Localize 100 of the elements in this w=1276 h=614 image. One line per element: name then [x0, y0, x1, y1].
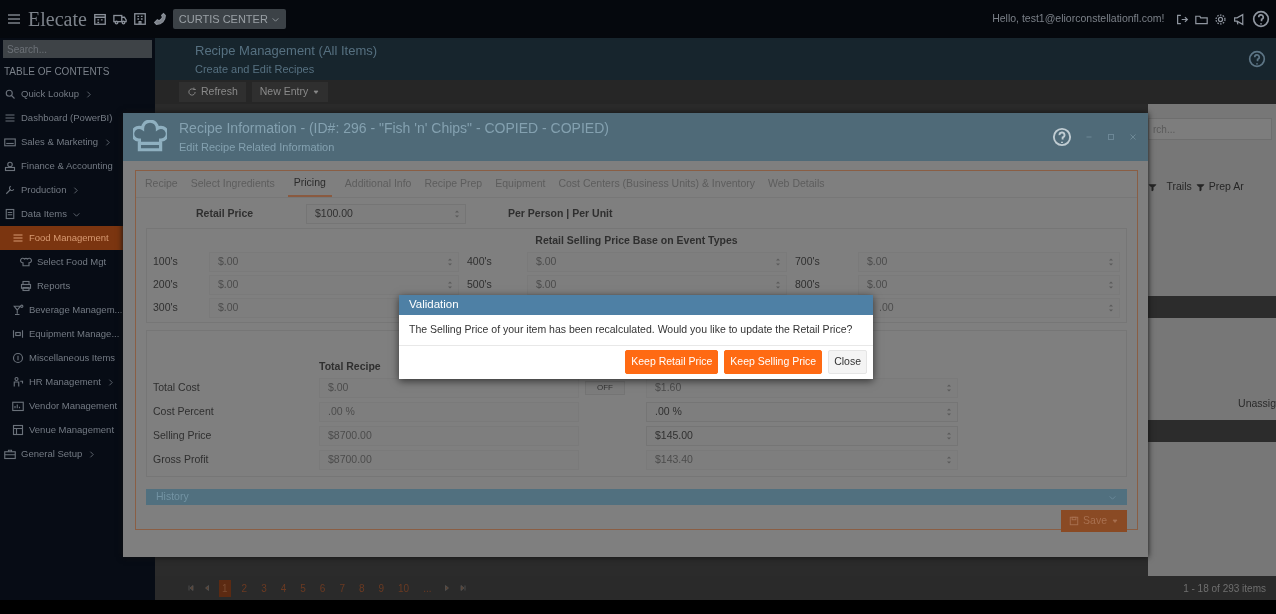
sidebar-item[interactable]: Sales & Marketing	[0, 130, 155, 154]
page-button[interactable]: ...	[420, 579, 435, 597]
dialog-button[interactable]: Keep Retail Price	[625, 349, 719, 374]
printer-icon	[20, 280, 32, 292]
phone-icon[interactable]	[152, 12, 167, 26]
input-field[interactable]: $145.00	[646, 426, 958, 447]
field-label: 800's	[795, 276, 821, 292]
field-label: 100's	[153, 253, 179, 269]
chevron-right-icon	[103, 137, 113, 147]
sidebar-item[interactable]: HR Management	[0, 370, 155, 394]
sidebar-heading: TABLE OF CONTENTS	[3, 64, 111, 79]
greeting-text: Hello, test1@eliorconstellationfl.com!	[992, 11, 1165, 27]
building-icon[interactable]	[132, 12, 147, 26]
column-header[interactable]: Prep Ar	[1208, 179, 1244, 195]
page-button[interactable]: 2	[238, 579, 251, 597]
megaphone-icon[interactable]	[1233, 12, 1246, 26]
table-cell-text: Unassig	[1237, 396, 1276, 411]
menu-icon	[4, 112, 16, 124]
page-subtitle: Create and Edit Recipes	[195, 61, 316, 77]
dialog-button[interactable]: Keep Selling Price	[724, 349, 823, 374]
close-icon[interactable]	[1128, 132, 1138, 142]
page-button[interactable]: 4	[277, 579, 290, 597]
page-button[interactable]: 8	[355, 579, 368, 597]
search-icon	[4, 88, 16, 100]
field-label: 500's	[467, 276, 493, 292]
sidebar-item[interactable]: General Setup	[0, 442, 155, 466]
truck-icon[interactable]	[112, 12, 127, 26]
sidebar-item[interactable]: Data Items	[0, 202, 155, 226]
chevron-right-icon	[87, 449, 97, 459]
chef-hat-icon	[133, 120, 167, 154]
field-label: 400's	[467, 253, 493, 269]
sidebar-item[interactable]: Finance & Accounting	[0, 154, 155, 178]
input-field[interactable]: $100.00	[306, 203, 466, 224]
sidebar-item[interactable]: Vendor Management	[0, 394, 155, 418]
settings-icon[interactable]	[1214, 12, 1227, 26]
money-icon	[4, 160, 16, 172]
document-icon	[4, 208, 16, 220]
menu-icon[interactable]	[6, 11, 22, 27]
frame-icon	[12, 328, 24, 340]
refresh-icon	[187, 87, 197, 97]
sidebar-item[interactable]: Quick Lookup	[0, 82, 155, 106]
caret-icon	[1111, 516, 1119, 525]
tab[interactable]: Pricing	[287, 171, 332, 197]
sidebar-item[interactable]: Select Food Mgt	[0, 250, 155, 274]
pager-summary: 1 - 18 of 293 items	[1183, 581, 1266, 596]
field-label: 200's	[153, 276, 179, 292]
column-header: Total Recipe	[319, 358, 382, 374]
coin-icon	[12, 352, 24, 364]
field-label: Selling Price	[153, 428, 213, 444]
sidebar-item[interactable]: Dashboard (PowerBI)	[0, 106, 155, 130]
page-button[interactable]: 3	[258, 579, 270, 597]
grid-icon	[12, 424, 24, 436]
previous-page-icon[interactable]	[203, 584, 211, 592]
field-label: Cost Percent	[153, 404, 215, 420]
filter-icon[interactable]	[1195, 182, 1205, 192]
sidebar-item[interactable]: Equipment Manage...	[0, 322, 155, 346]
page-button[interactable]: 9	[375, 579, 388, 597]
dialog-title: Validation	[399, 295, 873, 315]
field-label: Retail Price	[196, 205, 255, 221]
sidebar-item[interactable]: Venue Management	[0, 418, 155, 442]
input-field[interactable]: .00 %	[646, 402, 958, 423]
field-label: Gross Profit	[153, 452, 210, 468]
sidebar-item[interactable]: Miscellaneous Items	[0, 346, 155, 370]
new-entry-button[interactable]: New Entry	[251, 82, 329, 102]
person-icon	[12, 376, 24, 388]
maximize-icon[interactable]	[1106, 132, 1116, 142]
page-title: Recipe Management (All Items)	[195, 42, 378, 60]
last-page-icon[interactable]	[458, 584, 467, 592]
field-label: Per Person | Per Unit	[508, 205, 613, 221]
next-page-icon[interactable]	[442, 584, 451, 592]
refresh-button[interactable]: Refresh	[179, 82, 246, 102]
caret-icon	[312, 88, 321, 96]
chevron-right-icon	[71, 185, 81, 195]
sidebar-item[interactable]: Reports	[0, 274, 155, 298]
calculator-icon[interactable]	[92, 12, 107, 26]
close-button[interactable]: Close	[828, 349, 867, 374]
page-button[interactable]: 5	[297, 579, 309, 597]
chef-hat-icon	[20, 256, 32, 268]
help-icon[interactable]	[1052, 127, 1072, 147]
sign-out-icon[interactable]	[1176, 12, 1189, 26]
dialog-message: The Selling Price of your item has been recalculated. Would you like to update the Retail Price?	[399, 315, 873, 346]
help-icon[interactable]	[1252, 10, 1270, 28]
page-button[interactable]: 10	[395, 579, 413, 597]
tool-icon	[4, 184, 16, 196]
chart-icon	[12, 400, 24, 412]
field-label: Total Cost	[153, 380, 201, 396]
location-dropdown[interactable]: CURTIS CENTER	[172, 8, 286, 30]
field-label: 300's	[153, 299, 179, 315]
save-icon	[1069, 515, 1080, 526]
column-header[interactable]: Trails	[1166, 179, 1192, 195]
chevron-right-icon	[84, 89, 94, 99]
menu-icon	[12, 232, 24, 244]
help-icon[interactable]	[1248, 50, 1266, 68]
cocktail-icon	[12, 304, 24, 316]
sidebar-item[interactable]: Beverage Managem...	[0, 298, 155, 322]
section-title: Retail Selling Price Base on Event Types	[534, 232, 739, 248]
app-logo: Elecate	[28, 7, 87, 32]
briefcase-icon	[4, 448, 16, 460]
first-page-icon[interactable]	[187, 584, 195, 592]
store-icon	[4, 136, 16, 148]
